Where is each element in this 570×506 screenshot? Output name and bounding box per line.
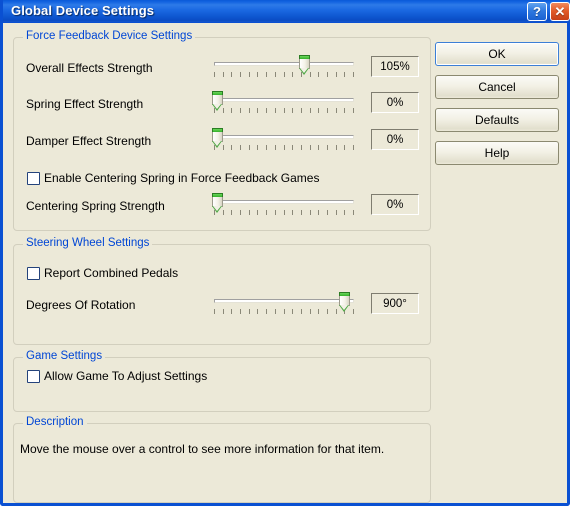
slider-track[interactable] xyxy=(214,200,354,204)
thumb-tip-inner xyxy=(212,206,221,211)
help-button[interactable]: Help xyxy=(435,141,559,165)
slider-track[interactable] xyxy=(214,299,354,303)
thumb-tip-inner xyxy=(212,141,221,146)
checkbox-enable-centering-spring[interactable] xyxy=(27,171,40,185)
group-title-force-feedback: Force Feedback Device Settings xyxy=(23,30,196,42)
defaults-button[interactable]: Defaults xyxy=(435,108,559,132)
checkbox-report-combined-pedals[interactable] xyxy=(27,266,40,280)
checkbox-allow-game-adjust[interactable] xyxy=(27,369,40,383)
slider-ticks xyxy=(214,145,354,150)
checkbox-label-report-combined-pedals: Report Combined Pedals xyxy=(44,266,179,280)
label-overall-effects-strength: Overall Effects Strength xyxy=(26,61,153,75)
slider-damper-effect-strength[interactable] xyxy=(211,127,354,153)
dialog-window: Global Device Settings ? ✕ Force Feedbac… xyxy=(0,0,570,506)
value-overall-effects-strength: 105% xyxy=(371,56,419,77)
group-title-game-settings: Game Settings xyxy=(23,350,106,362)
label-centering-spring-strength: Centering Spring Strength xyxy=(26,199,165,213)
group-game-settings: Game Settings xyxy=(13,350,431,412)
slider-ticks xyxy=(214,108,354,113)
slider-thumb[interactable] xyxy=(339,292,351,313)
slider-ticks xyxy=(214,210,354,215)
slider-ticks xyxy=(214,72,354,77)
window-title: Global Device Settings xyxy=(11,3,155,18)
slider-thumb[interactable] xyxy=(211,128,223,149)
slider-overall-effects-strength[interactable] xyxy=(214,54,354,80)
description-text: Move the mouse over a control to see mor… xyxy=(20,442,385,456)
slider-thumb[interactable] xyxy=(211,193,223,214)
checkbox-label-allow-game-adjust: Allow Game To Adjust Settings xyxy=(44,369,208,383)
close-button[interactable]: ✕ xyxy=(550,2,570,21)
checkbox-label-enable-centering-spring: Enable Centering Spring in Force Feedbac… xyxy=(44,171,320,185)
dialog-client-area: Force Feedback Device Settings Overall E… xyxy=(3,23,567,503)
slider-ticks xyxy=(214,309,354,314)
slider-centering-spring-strength[interactable] xyxy=(211,192,354,218)
thumb-tip-inner xyxy=(340,305,349,310)
title-bar: Global Device Settings ? ✕ xyxy=(3,0,570,23)
slider-thumb[interactable] xyxy=(298,55,310,76)
cancel-button[interactable]: Cancel xyxy=(435,75,559,99)
thumb-tip-inner xyxy=(212,104,221,109)
help-titlebar-button[interactable]: ? xyxy=(527,2,547,21)
group-title-description: Description xyxy=(23,416,87,428)
checkbox-row-report-combined-pedals[interactable]: Report Combined Pedals xyxy=(27,266,178,280)
slider-track[interactable] xyxy=(214,98,354,102)
slider-track[interactable] xyxy=(214,135,354,139)
label-spring-effect-strength: Spring Effect Strength xyxy=(26,97,144,111)
value-spring-effect-strength: 0% xyxy=(371,92,419,113)
value-centering-spring-strength: 0% xyxy=(371,194,419,215)
question-mark-icon: ? xyxy=(533,4,541,19)
group-title-steering-wheel: Steering Wheel Settings xyxy=(23,237,153,249)
slider-track[interactable] xyxy=(214,62,354,66)
checkbox-row-enable-centering-spring[interactable]: Enable Centering Spring in Force Feedbac… xyxy=(27,171,319,185)
close-icon: ✕ xyxy=(554,3,566,19)
group-description: Description Move the mouse over a contro… xyxy=(13,416,431,503)
label-degrees-of-rotation: Degrees Of Rotation xyxy=(26,298,136,312)
checkbox-row-allow-game-adjust[interactable]: Allow Game To Adjust Settings xyxy=(27,369,207,383)
thumb-tip-inner xyxy=(299,68,308,73)
slider-degrees-of-rotation[interactable] xyxy=(214,291,354,317)
label-damper-effect-strength: Damper Effect Strength xyxy=(26,134,152,148)
ok-button[interactable]: OK xyxy=(435,42,559,66)
value-damper-effect-strength: 0% xyxy=(371,129,419,150)
value-degrees-of-rotation: 900° xyxy=(371,293,419,314)
slider-spring-effect-strength[interactable] xyxy=(211,90,354,116)
slider-thumb[interactable] xyxy=(211,91,223,112)
